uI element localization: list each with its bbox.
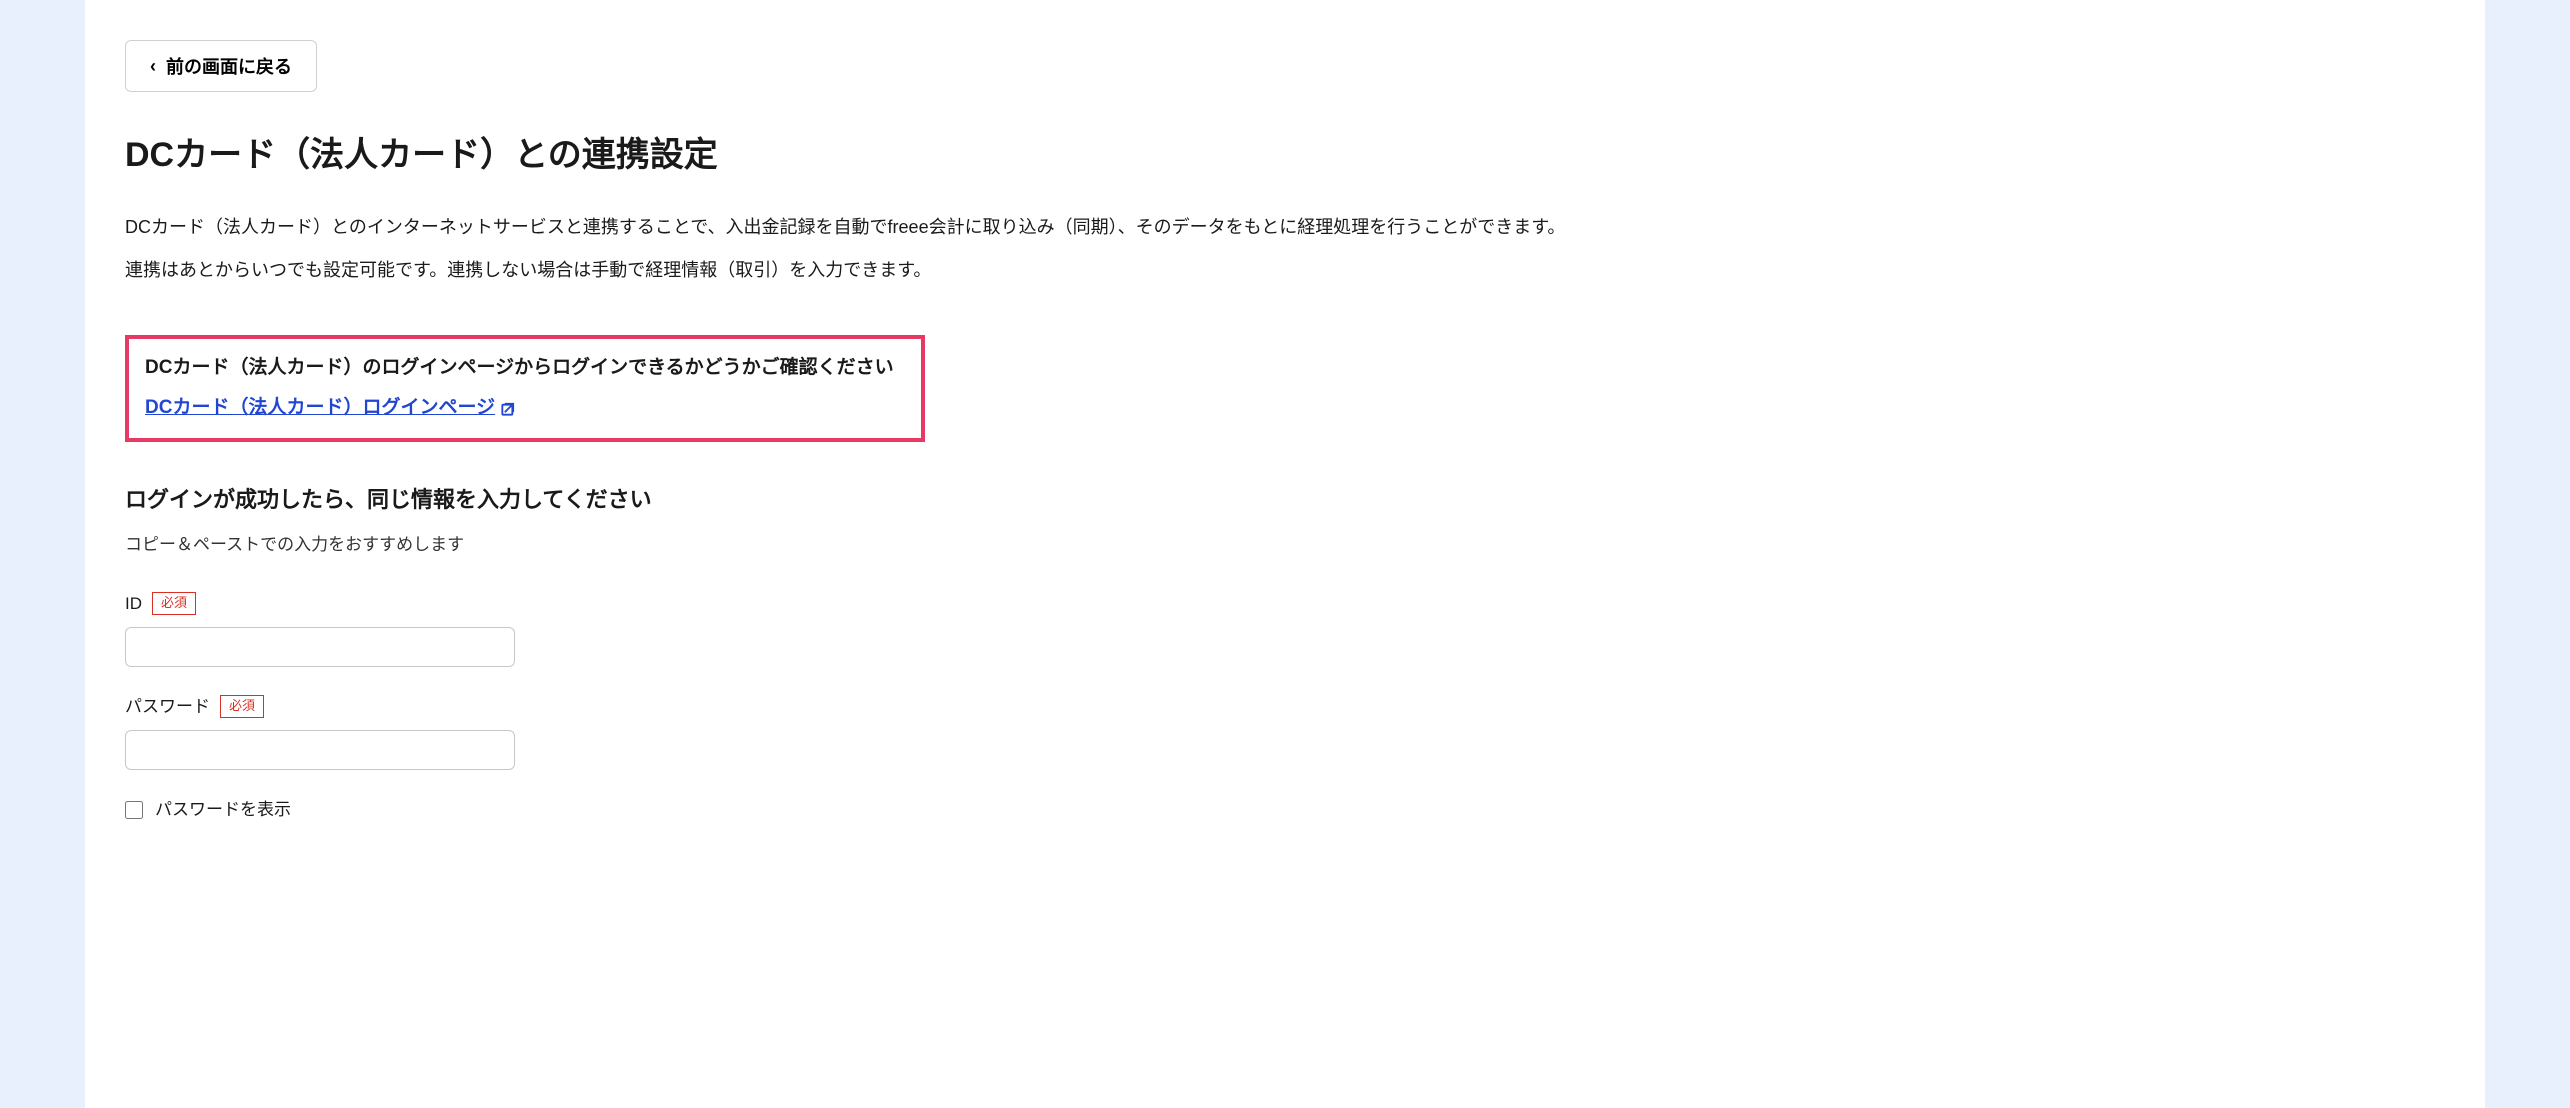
id-label-row: ID 必須: [125, 590, 2445, 617]
login-check-title: DCカード（法人カード）のログインページからログインできるかどうかご確認ください: [145, 353, 905, 383]
description-line-1: DCカード（法人カード）とのインターネットサービスと連携することで、入出金記録を…: [125, 210, 2445, 244]
page-container: ‹ 前の画面に戻る DCカード（法人カード）との連携設定 DCカード（法人カード…: [85, 0, 2485, 1108]
required-badge: 必須: [220, 695, 264, 718]
chevron-left-icon: ‹: [150, 56, 156, 77]
form-section-title: ログインが成功したら、同じ情報を入力してください: [125, 482, 2445, 517]
password-field: パスワード 必須: [125, 693, 2445, 770]
login-link-text: DCカード（法人カード）ログインページ: [145, 393, 495, 423]
required-badge: 必須: [152, 592, 196, 615]
show-password-label: パスワードを表示: [155, 796, 291, 823]
password-label-row: パスワード 必須: [125, 693, 2445, 720]
id-label: ID: [125, 590, 142, 617]
back-button[interactable]: ‹ 前の画面に戻る: [125, 40, 317, 92]
login-check-highlight-box: DCカード（法人カード）のログインページからログインできるかどうかご確認ください…: [125, 335, 925, 442]
show-password-checkbox[interactable]: [125, 801, 143, 819]
show-password-row[interactable]: パスワードを表示: [125, 796, 2445, 823]
external-link-icon: [499, 398, 519, 418]
page-title: DCカード（法人カード）との連携設定: [125, 128, 2445, 182]
form-hint: コピー＆ペーストでの入力をおすすめします: [125, 531, 2445, 558]
id-field: ID 必須: [125, 590, 2445, 667]
external-login-page-link[interactable]: DCカード（法人カード）ログインページ: [145, 393, 519, 423]
back-button-label: 前の画面に戻る: [166, 53, 292, 79]
password-label: パスワード: [125, 693, 210, 720]
description-line-2: 連携はあとからいつでも設定可能です。連携しない場合は手動で経理情報（取引）を入力…: [125, 253, 2445, 287]
id-input[interactable]: [125, 627, 515, 667]
password-input[interactable]: [125, 730, 515, 770]
